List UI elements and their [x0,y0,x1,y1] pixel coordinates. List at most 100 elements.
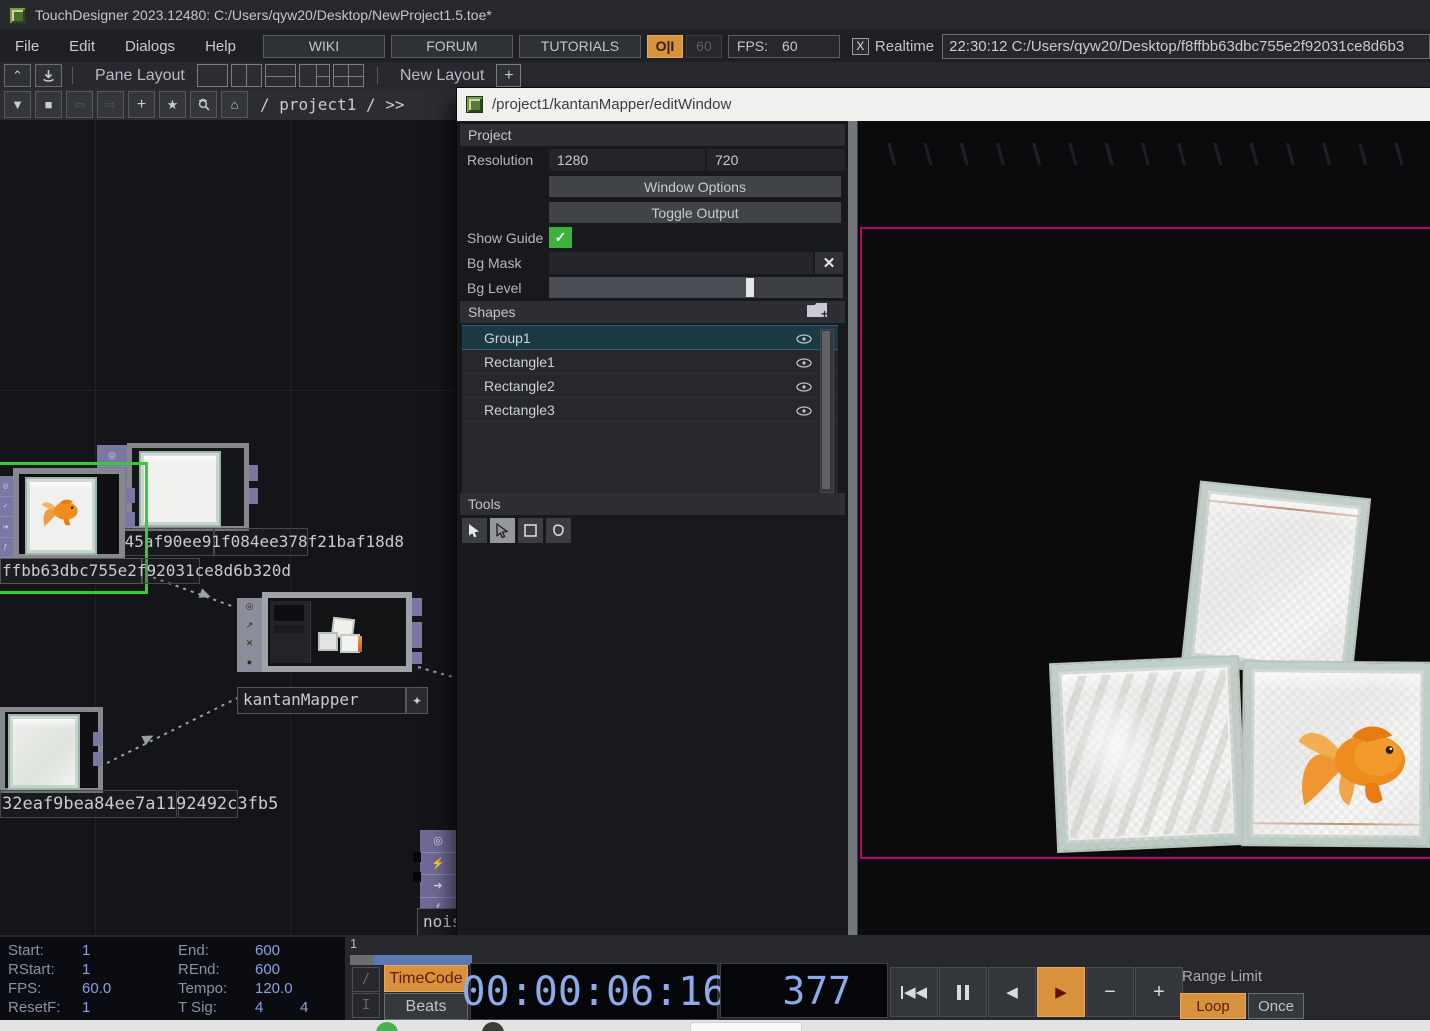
jump-to-start-button[interactable]: ◀◀ [890,967,938,1017]
visibility-eye-icon[interactable] [796,331,812,347]
layout-three-pane-button[interactable] [299,64,330,87]
node-body[interactable] [262,592,412,672]
tutorials-button[interactable]: TUTORIALS [519,35,641,58]
node-output[interactable] [412,598,422,616]
node-output[interactable] [249,465,258,481]
shape-row-rectangle3[interactable]: Rectangle3 [462,398,838,422]
bg-level-slider[interactable] [549,277,843,298]
node-name[interactable]: nois [423,912,460,931]
play-forward-button[interactable]: ▶ [1037,967,1085,1017]
node-output[interactable] [93,752,102,766]
bg-mask-input[interactable] [549,252,813,274]
tsig-value2[interactable]: 4 [300,999,308,1016]
viewer-flag-icon[interactable]: ◎ [420,830,456,853]
fps-value[interactable]: 60.0 [82,980,111,997]
edit-window-titlebar[interactable]: /project1/kantanMapper/editWindow [457,88,1430,122]
node-name[interactable]: e45af90ee91f084ee378f21baf18d8 [115,532,404,551]
node-input[interactable] [413,872,421,882]
bypass-flag-icon[interactable]: ✓ [0,497,13,518]
viewer-flag-icon[interactable]: ◎ [0,476,13,497]
node-name[interactable]: ffbb63dbc755e2f92031ce8d6b320d [2,561,291,580]
i-mode-button[interactable]: I [352,993,380,1018]
node-flags[interactable]: ◎ ✓ ➜ ƒ [0,476,13,558]
node-body[interactable] [0,707,103,793]
beats-mode-button[interactable]: Beats [384,993,468,1020]
bypass-flag-icon[interactable]: ⚡ [420,853,456,876]
collapse-icon[interactable]: ⌃ [4,64,31,87]
slash-mode-button[interactable]: / [352,967,380,992]
forum-button[interactable]: FORUM [391,35,513,58]
menu-edit[interactable]: Edit [54,38,110,55]
shapes-section-header[interactable]: Shapes [460,301,845,323]
shape-row-rectangle2[interactable]: Rectangle2 [462,374,838,398]
loop-button[interactable]: Loop [1180,993,1246,1019]
shape-row-rectangle1[interactable]: Rectangle1 [462,350,838,374]
rstart-value[interactable]: 1 [82,961,90,978]
tools-section-header[interactable]: Tools [460,493,845,515]
layout-split-horizontal-button[interactable] [265,64,296,87]
tsig-value[interactable]: 4 [255,999,263,1016]
node-output[interactable] [125,512,135,527]
bg-mask-clear-icon[interactable]: ✕ [815,252,843,274]
stop-button[interactable]: ■ [35,91,62,118]
viewer-flag-icon[interactable]: ◎ [237,598,262,617]
node-body[interactable] [13,468,125,560]
bg-level-handle[interactable] [746,278,754,297]
mapped-shape-left-cube[interactable] [1049,655,1247,853]
rectangle-tool-button[interactable] [518,518,543,543]
delete-flag-icon[interactable]: ✕ [237,635,262,654]
layout-quad-button[interactable] [333,64,364,87]
node-name[interactable]: kantanMapper [243,690,359,709]
tempo-value[interactable]: 120.0 [255,980,293,997]
freeform-tool-button[interactable] [546,518,571,543]
mapper-canvas[interactable] [848,121,1430,962]
timecode-mode-button[interactable]: TimeCode [384,965,468,992]
node-output[interactable] [125,488,135,503]
node-name[interactable]: 32eaf9bea84ee7a1192492c3fb5 [2,794,278,814]
edit-points-tool-button[interactable] [490,518,515,543]
resolution-height-field[interactable]: 720 [707,149,845,171]
scrub-handle[interactable] [350,955,374,965]
search-icon[interactable] [190,91,217,118]
home-icon[interactable]: ⌂ [221,91,248,118]
lock-flag-icon[interactable]: ƒ [0,538,13,559]
node-star-button[interactable]: ✦ [406,687,428,714]
node-output[interactable] [412,652,422,664]
node-input[interactable] [413,852,421,862]
visibility-eye-icon[interactable] [796,355,812,371]
node-output[interactable] [412,622,422,648]
lock-flag-icon[interactable]: ● [237,654,262,673]
canvas-scrollbar[interactable] [848,121,858,962]
layout-split-vertical-button[interactable] [231,64,262,87]
new-layout-add-button[interactable]: + [496,64,521,87]
mapped-shape-goldfish-cube[interactable] [1241,660,1430,848]
visibility-eye-icon[interactable] [796,403,812,419]
import-icon[interactable] [35,64,62,87]
resetf-value[interactable]: 1 [82,999,90,1016]
io-toggle-button[interactable]: O|I [647,35,683,58]
node-flags[interactable]: ◎ ⚡ ➜ ƒ [420,830,456,920]
resolution-width-field[interactable]: 1280 [549,149,705,171]
start-value[interactable]: 1 [82,942,90,959]
scrollbar-thumb[interactable] [822,331,830,489]
toggle-output-button[interactable]: Toggle Output [549,202,841,223]
wiki-button[interactable]: WIKI [263,35,385,58]
status-path-field[interactable]: 22:30:12 C:/Users/qyw20/Desktop/f8ffbb63… [942,34,1430,59]
forward-arrow-icon[interactable]: ⇨ [97,91,124,118]
frame-display[interactable]: 377 [720,963,888,1018]
visibility-eye-icon[interactable] [796,379,812,395]
node-output[interactable] [249,488,258,504]
menu-dialogs[interactable]: Dialogs [110,38,190,55]
timeline-scrub-strip[interactable] [350,955,472,965]
show-guide-checkbox[interactable]: ✓ [549,227,572,248]
export-flag-icon[interactable]: ➜ [420,875,456,898]
project-section-header[interactable]: Project [460,124,845,146]
step-forward-button[interactable]: + [1135,967,1183,1017]
once-button[interactable]: Once [1248,993,1304,1019]
end-value[interactable]: 600 [255,942,280,959]
export-flag-icon[interactable]: ➜ [0,517,13,538]
add-group-plus-icon[interactable]: + [821,307,828,321]
rend-value[interactable]: 600 [255,961,280,978]
pause-button[interactable] [939,967,987,1017]
bookmark-star-button[interactable]: ★ [159,91,186,118]
